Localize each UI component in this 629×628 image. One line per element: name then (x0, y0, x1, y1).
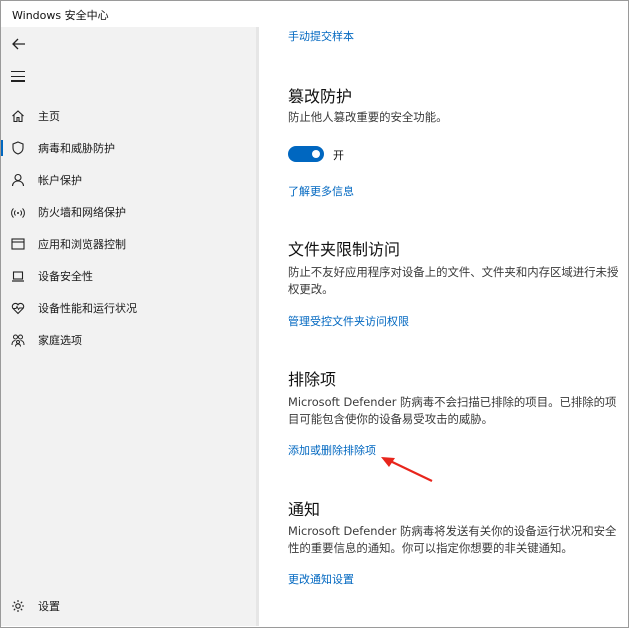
annotation-arrow (381, 457, 433, 482)
